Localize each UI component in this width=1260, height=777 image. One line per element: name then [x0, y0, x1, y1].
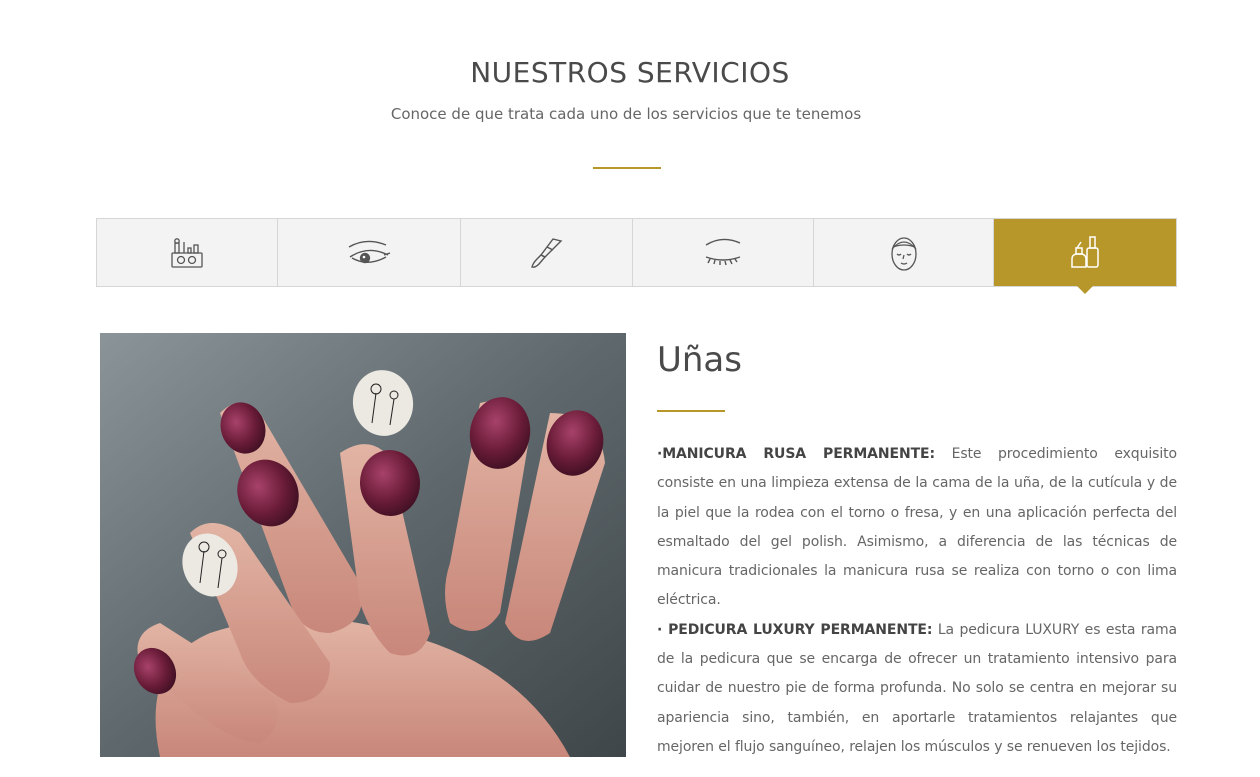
service-title-divider: [657, 410, 725, 412]
tab-makeup[interactable]: [97, 219, 278, 286]
nail-polish-icon: [1071, 235, 1099, 268]
service-item-label: · PEDICURA LUXURY PERMANENTE:: [657, 621, 933, 638]
tab-eyeliner[interactable]: [277, 219, 461, 286]
eyelash-icon: [705, 238, 741, 265]
manicured-nails-photo: [100, 333, 626, 757]
service-item-label: ·MANICURA RUSA PERMANENTE:: [657, 446, 936, 462]
service-description: ·MANICURA RUSA PERMANENTE: Este procedim…: [657, 440, 1177, 762]
tab-nails[interactable]: [994, 219, 1176, 294]
service-title: Uñas: [657, 340, 742, 380]
makeup-brush-icon: [531, 237, 563, 268]
service-item-text: La pedicura LUXURY es esta rama de la pe…: [657, 621, 1177, 755]
makeup-kit-icon: [171, 237, 203, 268]
service-item-text: Este procedimiento exquisito consiste en…: [657, 446, 1177, 609]
facial-treatment-icon: [891, 236, 917, 271]
services-tab-bar: [96, 218, 1177, 294]
section-title: NUESTROS SERVICIOS: [470, 56, 790, 89]
eyeliner-eye-icon: [348, 240, 390, 263]
section-subtitle: Conoce de que trata cada uno de los serv…: [390, 105, 862, 123]
service-content: Uñas ·MANICURA RUSA PERMANENTE: Este pro…: [657, 340, 1177, 762]
tab-facial[interactable]: [814, 219, 995, 286]
title-divider: [593, 167, 661, 169]
tab-brush[interactable]: [460, 219, 633, 286]
tab-lashes[interactable]: [632, 219, 815, 286]
